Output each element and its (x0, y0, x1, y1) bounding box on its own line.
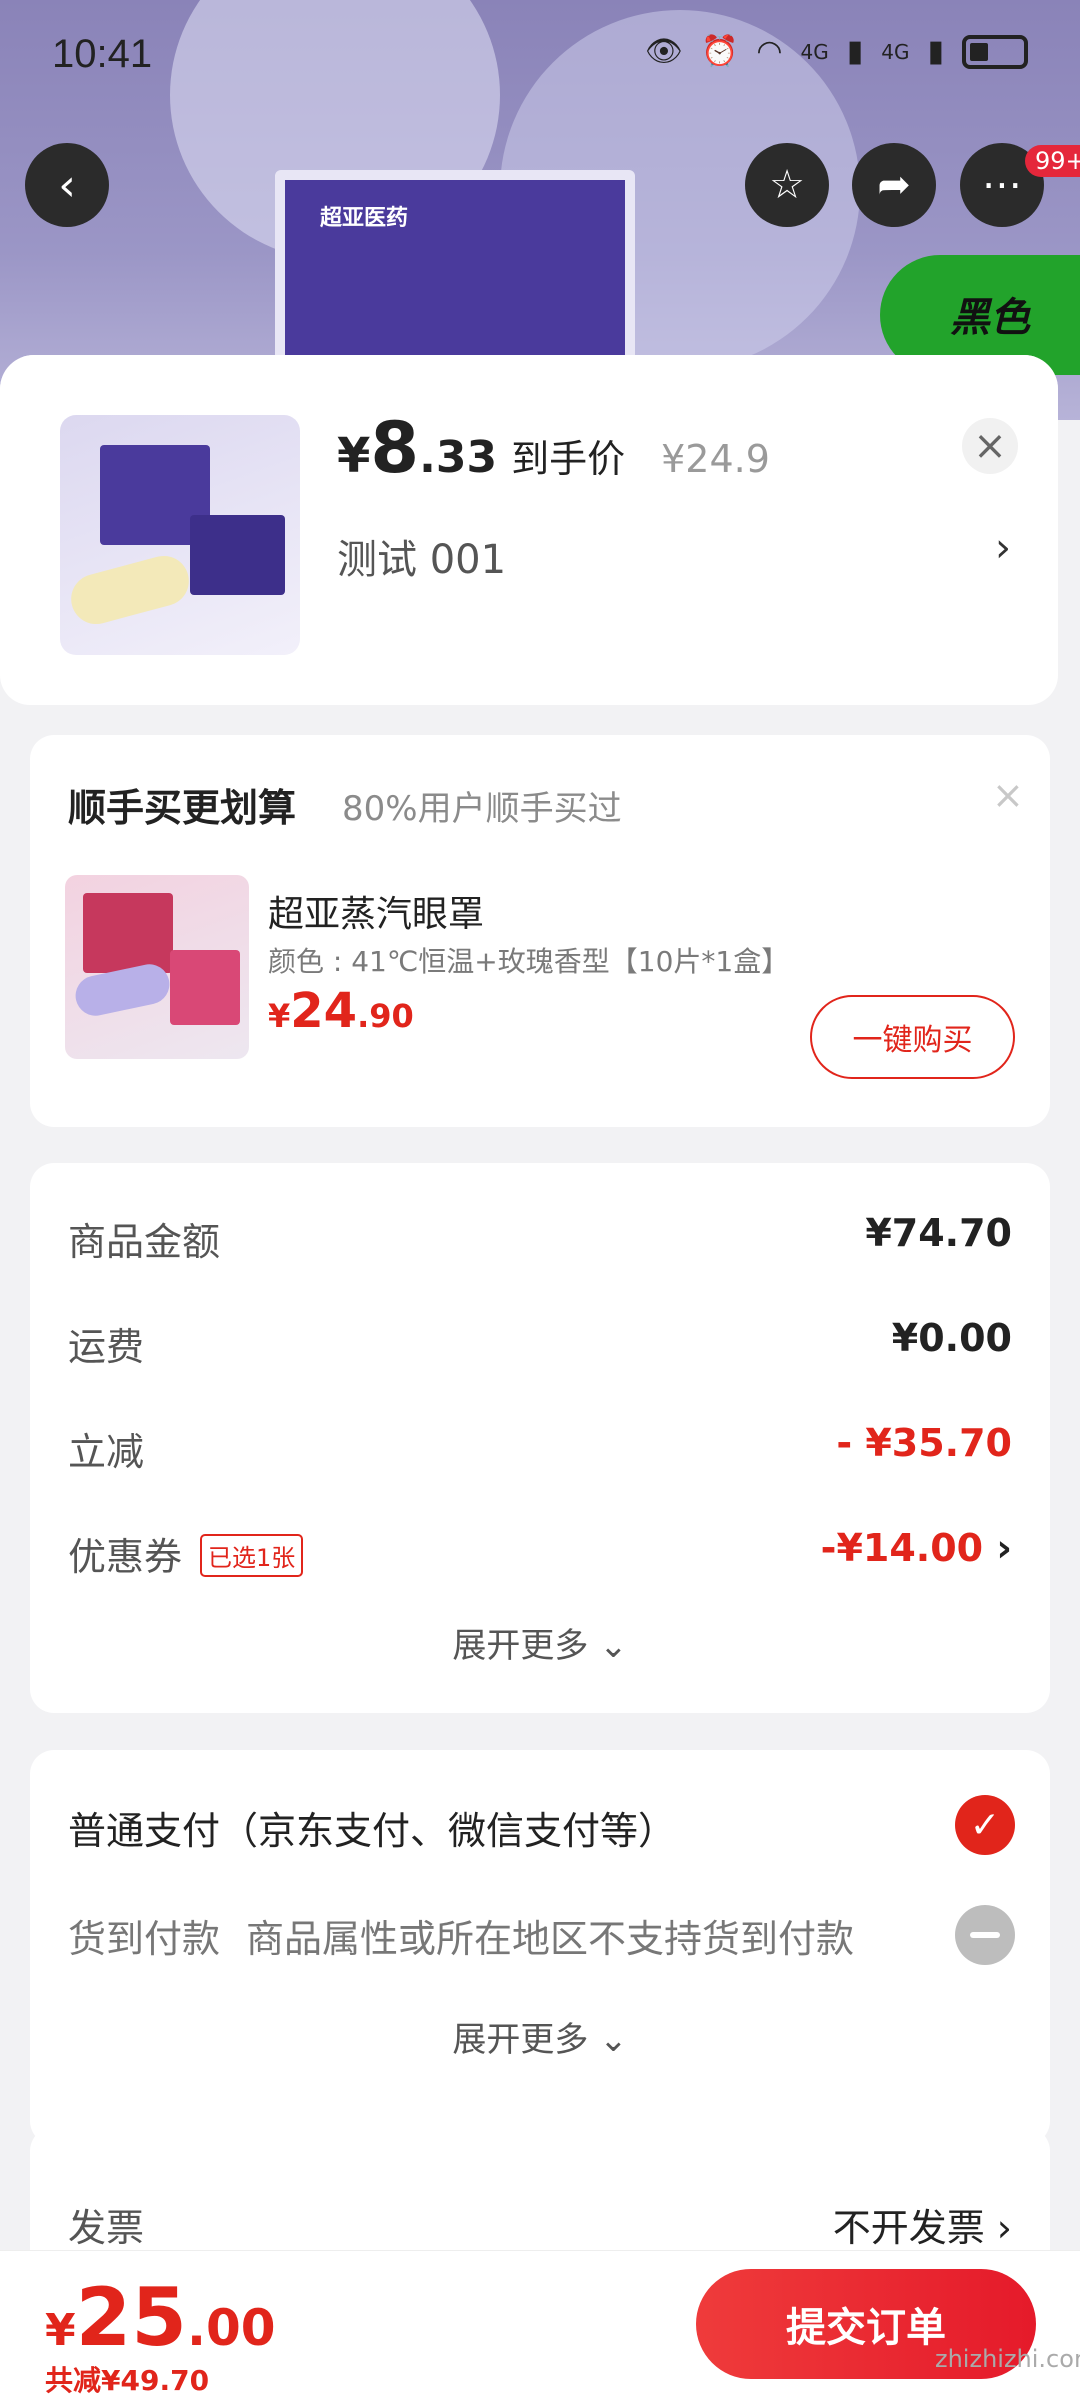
price-decimal: .33 (419, 432, 498, 483)
addon-price: ¥ 24 .90 (268, 983, 414, 1039)
invoice-value-text: 不开发票 (832, 2206, 985, 2250)
price-currency: ¥ (337, 428, 371, 484)
chevron-right-icon: › (996, 2206, 1012, 2250)
share-button[interactable]: ➦ (852, 143, 936, 227)
close-icon[interactable]: × (992, 773, 1024, 817)
shipping-value: ¥0.00 (891, 1316, 1012, 1360)
addon-title: 顺手买更划算 (68, 786, 297, 830)
addon-subtitle: 80%用户顺手买过 (342, 789, 622, 829)
expand-more-amounts[interactable]: 展开更多 ⌄ (30, 1618, 1050, 1667)
invoice-label: 发票 (68, 2206, 145, 2250)
chevron-right-icon: › (996, 1526, 1012, 1570)
total-integer: 25 (75, 2271, 187, 2364)
checkout-bar: ¥ 25 .00 共减¥49.70 提交订单 (0, 2250, 1080, 2400)
expand-more-label: 展开更多 (452, 2020, 589, 2060)
addon-product-spec: 颜色 : 41℃恒温+玫瑰香型【10片*1盒】 (268, 945, 790, 978)
coupon-label: 优惠券 (68, 1535, 183, 1579)
coupon-selected-tag: 已选1张 (200, 1534, 304, 1577)
battery-icon (962, 34, 1028, 69)
product-spec[interactable]: 测试 001 (337, 527, 506, 585)
goods-amount-label: 商品金额 (68, 1220, 221, 1264)
discount-label: 立减 (68, 1430, 145, 1474)
payment-card: 普通支付（京东支付、微信支付等） ✓ 货到付款 商品属性或所在地区不支持货到付款 … (30, 1750, 1050, 2145)
shipping-label: 运费 (68, 1325, 145, 1369)
star-icon: ☆ (769, 162, 805, 208)
notification-badge: 99+ (1025, 145, 1080, 177)
addon-price-currency: ¥ (268, 997, 291, 1035)
coupon-value: -¥14.00 › (821, 1526, 1012, 1570)
final-price: ¥ 8 .33 到手价 ¥24.9 (337, 407, 770, 489)
cod-label: 货到付款 (68, 1917, 221, 1961)
discount-value: - ¥35.70 (836, 1421, 1012, 1465)
alarm-icon: ⏰ (700, 34, 739, 69)
total-saving: 共减¥49.70 (45, 2364, 210, 2397)
total-currency: ¥ (45, 2305, 76, 2356)
close-icon: × (973, 423, 1007, 469)
signal-icon: ▮ (927, 34, 944, 69)
goods-amount-value: ¥74.70 (865, 1211, 1012, 1255)
payment-normal-option[interactable]: 普通支付（京东支付、微信支付等） (68, 1800, 676, 1855)
goods-amount-row: 商品金额 ¥74.70 (68, 1211, 1012, 1266)
original-price: ¥24.9 (661, 437, 770, 481)
coupon-value-text: -¥14.00 (820, 1526, 984, 1570)
share-icon: ➦ (877, 162, 911, 208)
color-tag-label: 黑色 (950, 295, 1030, 341)
hero-brand-text: 超亚医药 (320, 206, 409, 231)
one-click-buy-button[interactable]: 一键购买 (810, 995, 1015, 1079)
status-bar: 10:41 👁 ⏰ ◠ 4G ▮ 4G ▮ (0, 0, 1080, 110)
thumbnail-mask (65, 550, 195, 630)
chevron-down-icon: ⌄ (599, 1626, 628, 1666)
signal-label-2: 4G (881, 39, 910, 64)
chevron-right-icon[interactable]: › (995, 525, 1011, 571)
product-summary-card: ¥ 8 .33 到手价 ¥24.9 × 测试 001 › (0, 355, 1058, 705)
status-time: 10:41 (52, 32, 153, 76)
invoice-value: 不开发票 › (833, 2197, 1012, 2252)
price-label: 到手价 (511, 437, 626, 481)
addon-price-decimal: .90 (357, 997, 414, 1035)
chevron-left-icon: ‹ (58, 159, 76, 211)
status-icons: 👁 ⏰ ◠ 4G ▮ 4G ▮ (645, 34, 1028, 69)
discount-row: 立减 - ¥35.70 (68, 1421, 1012, 1476)
watermark: zhizhizhi.com (935, 2345, 1080, 2373)
shipping-row: 运费 ¥0.00 (68, 1316, 1012, 1371)
total-price: ¥ 25 .00 (45, 2271, 276, 2364)
signal-icon: ▮ (846, 34, 864, 69)
amount-card: 商品金额 ¥74.70 运费 ¥0.00 立减 - ¥35.70 优惠券 已选1张… (30, 1163, 1050, 1713)
coupon-row[interactable]: 优惠券 已选1张 -¥14.00 › (68, 1526, 1012, 1581)
addon-image-box (170, 950, 240, 1025)
addon-card: 顺手买更划算 80%用户顺手买过 × 超亚蒸汽眼罩 颜色 : 41℃恒温+玫瑰香… (30, 735, 1050, 1127)
addon-product-name[interactable]: 超亚蒸汽眼罩 (268, 885, 484, 937)
eye-icon: 👁 (644, 34, 683, 69)
product-thumbnail (60, 415, 300, 655)
cod-note: 商品属性或所在地区不支持货到付款 (246, 1917, 855, 1961)
disabled-icon (955, 1905, 1015, 1965)
signal-label: 4G (800, 39, 829, 64)
addon-product-image[interactable] (65, 875, 249, 1059)
addon-image-box (83, 893, 173, 973)
chevron-down-icon: ⌄ (599, 2020, 628, 2060)
close-button[interactable]: × (962, 418, 1018, 474)
price-integer: 8 (370, 407, 420, 489)
expand-more-payment[interactable]: 展开更多 ⌄ (30, 2012, 1050, 2061)
thumbnail-box (190, 515, 285, 595)
addon-price-integer: 24 (290, 983, 358, 1039)
favorite-button[interactable]: ☆ (745, 143, 829, 227)
back-button[interactable]: ‹ (25, 143, 109, 227)
total-decimal: .00 (186, 2299, 276, 2357)
order-sheet: ¥ 8 .33 到手价 ¥24.9 × 测试 001 › 顺手买更划算 80%用… (0, 355, 1058, 2400)
more-icon: ⋯ (982, 162, 1022, 208)
wifi-icon: ◠ (756, 34, 783, 69)
expand-more-label: 展开更多 (452, 1626, 589, 1666)
payment-cod-option: 货到付款 商品属性或所在地区不支持货到付款 (68, 1908, 854, 1963)
checkmark-icon[interactable]: ✓ (955, 1795, 1015, 1855)
